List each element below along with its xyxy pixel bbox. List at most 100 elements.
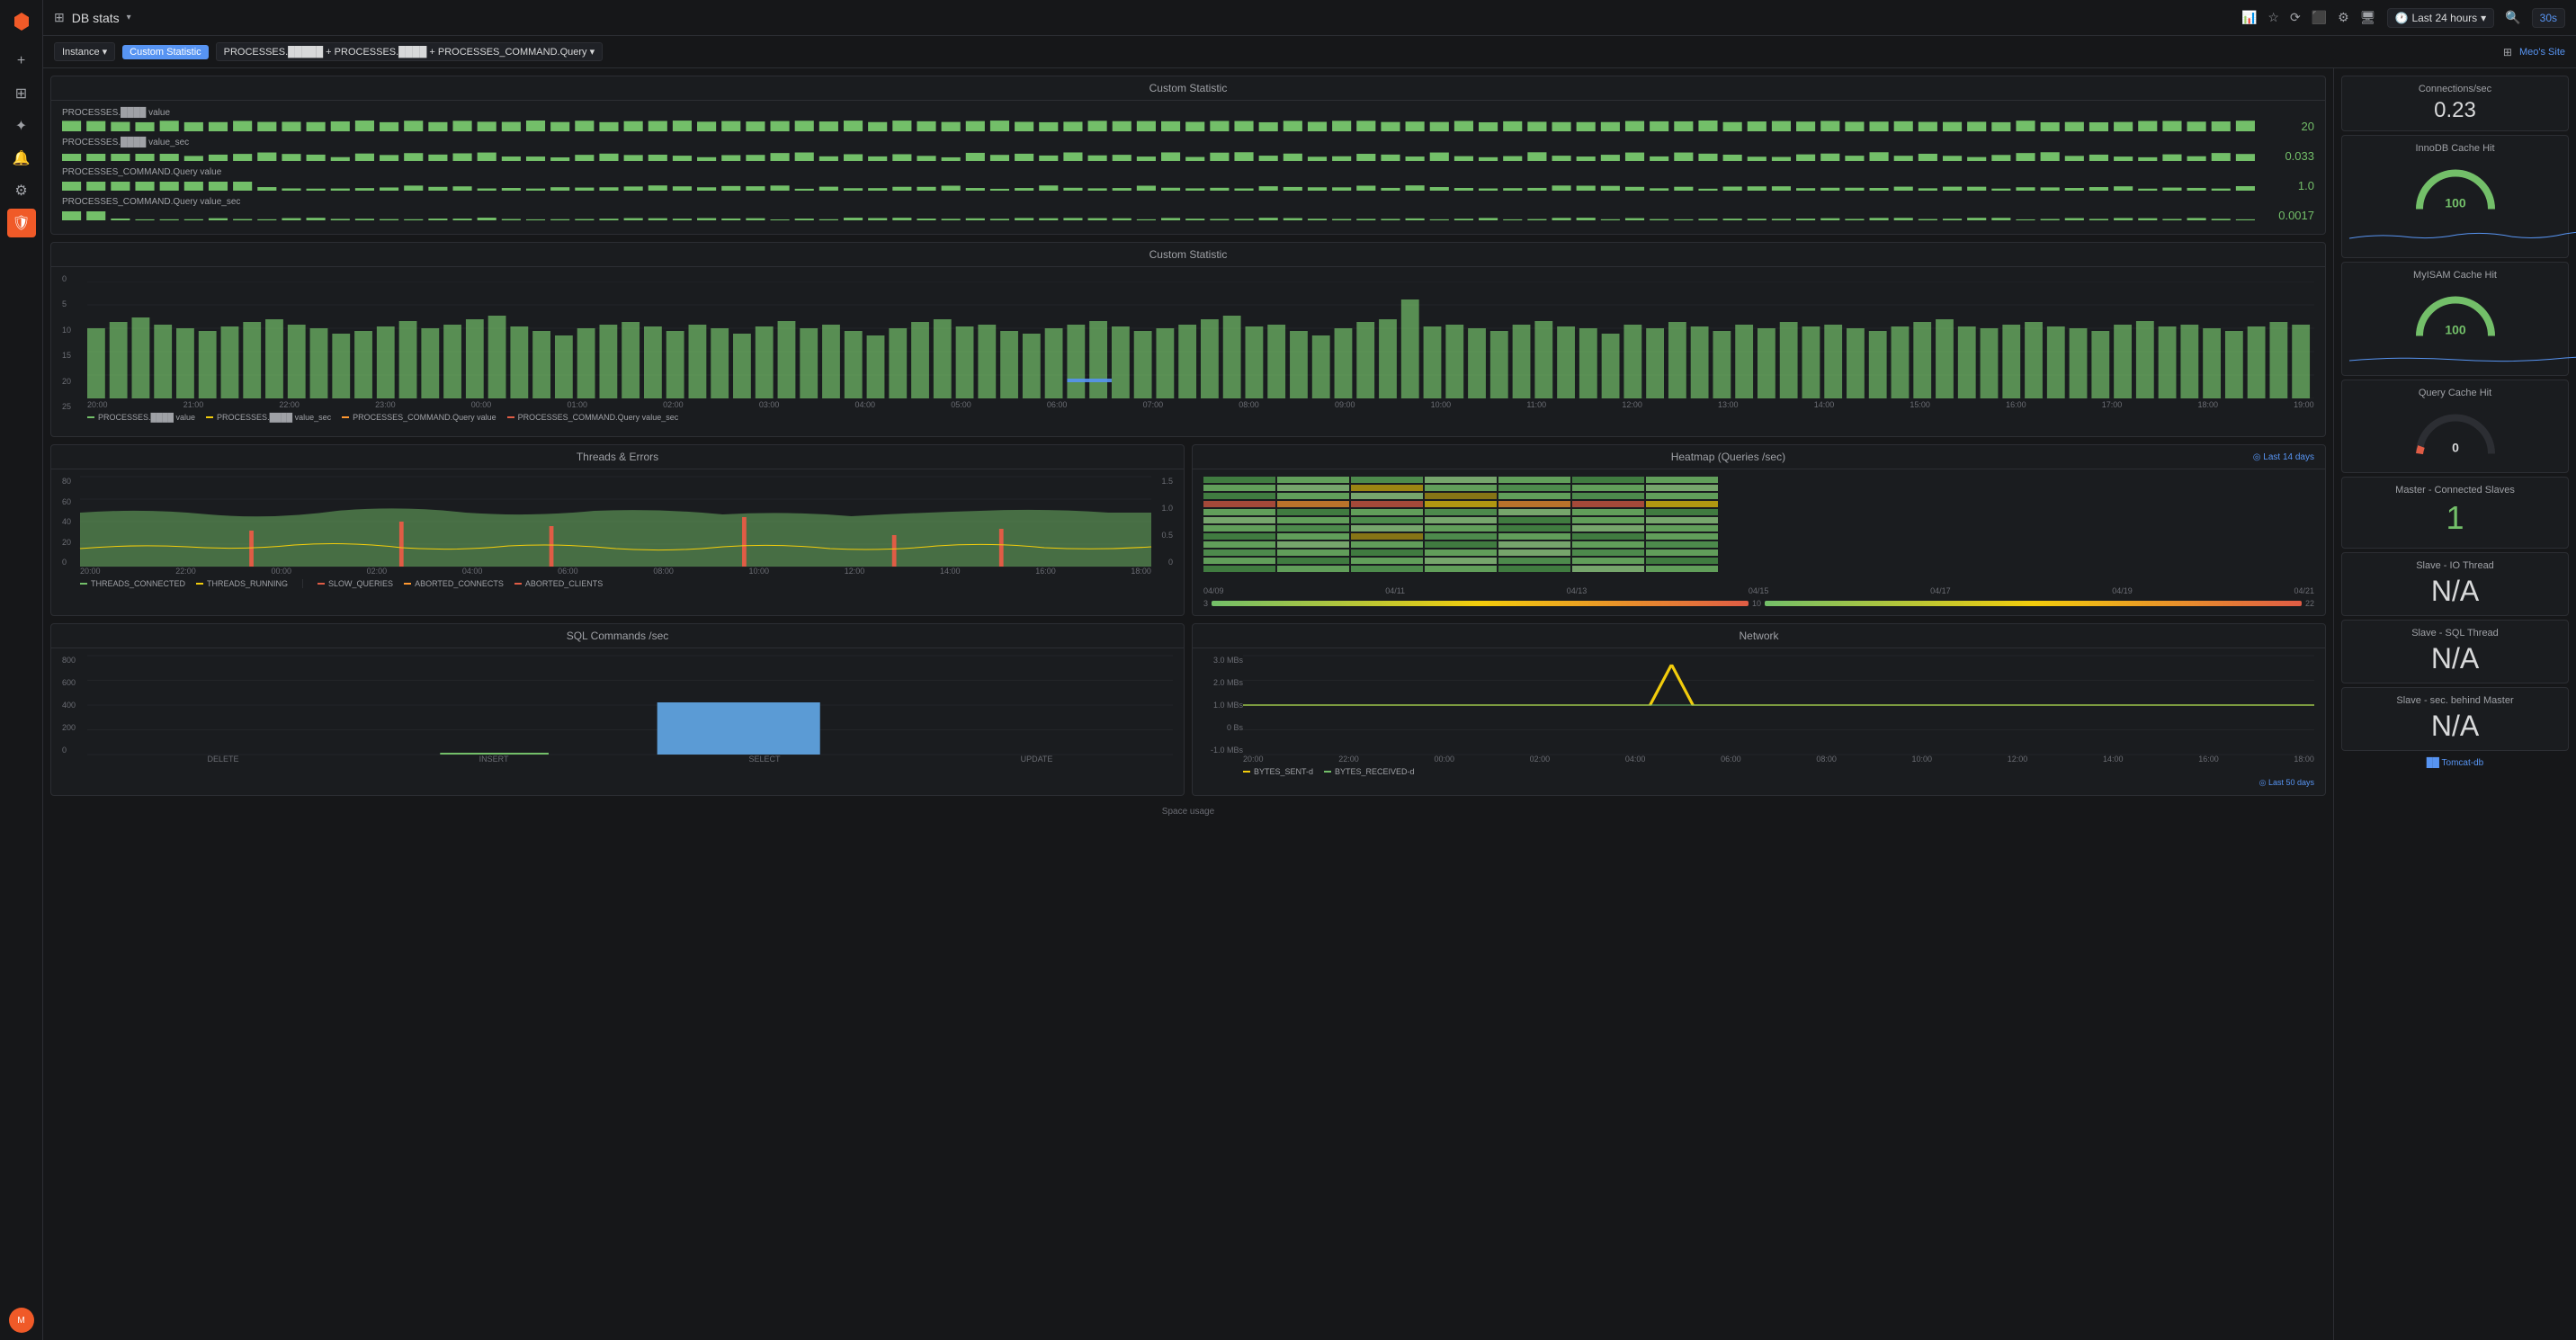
panel-row-2: SQL Commands /sec 0 200 400 600 800 xyxy=(50,623,2326,796)
custom-statistic-panel-1: Custom Statistic PROCESSES.████ value 20… xyxy=(50,76,2326,235)
myisam-title: MyISAM Cache Hit xyxy=(2349,270,2561,281)
network-date-badge: ◎ Last 50 days xyxy=(1203,778,2314,788)
xaxis-0600: 06:00 xyxy=(1047,400,1068,409)
sidebar: + ⊞ ✦ 🔔 ⚙ 🛡 M xyxy=(0,0,43,1340)
share-icon[interactable]: ⟳ xyxy=(2290,10,2301,25)
threads-panel-header: Threads & Errors xyxy=(51,445,1184,469)
threads-xaxis: 20:00 22:00 00:00 02:00 04:00 06:00 08:0… xyxy=(80,567,1151,576)
bytes-sent-label: BYTES_SENT-d xyxy=(1254,767,1313,776)
threads-legend-slow: SLOW_QUERIES xyxy=(318,579,393,588)
area-chart-svg xyxy=(87,281,2314,398)
heatmap-panel: Heatmap (Queries /sec) ◎ Last 14 days xyxy=(1192,444,2326,616)
query-cache-title: Query Cache Hit xyxy=(2349,388,2561,398)
legend-item-2: PROCESSES.████ value_sec xyxy=(206,413,331,422)
right-panels: Connections/sec 0.23 InnoDB Cache Hit 10… xyxy=(2333,68,2576,1340)
topnav-left: ⊞ DB stats ▾ xyxy=(54,10,2234,25)
slave-behind-value: N/A xyxy=(2349,710,2561,743)
query-cache-gauge-text: 0 xyxy=(2452,441,2459,455)
spark-label-4: PROCESSES_COMMAND.Query value_sec xyxy=(62,197,2314,207)
site-link[interactable]: Meo's Site xyxy=(2519,47,2565,58)
instance-dropdown[interactable]: Instance ▾ xyxy=(54,42,115,61)
sidebar-item-shield[interactable]: 🛡 xyxy=(7,209,36,237)
heatmap-date-badge: ◎ Last 14 days xyxy=(2253,452,2314,462)
legend-label-1: PROCESSES.████ value xyxy=(98,413,195,422)
slave-io-title: Slave - IO Thread xyxy=(2349,560,2561,571)
sidebar-item-settings[interactable]: ⚙ xyxy=(7,176,36,205)
yaxis-5: 5 xyxy=(62,299,84,308)
sidebar-item-add[interactable]: + xyxy=(7,47,36,76)
network-xaxis: 20:00 22:00 00:00 02:00 04:00 06:00 08:0… xyxy=(1243,755,2314,764)
xaxis-0100: 01:00 xyxy=(567,400,587,409)
spark-value-3: 1.0 xyxy=(2260,179,2314,192)
grid-view-icon[interactable]: ⊞ xyxy=(2503,46,2512,58)
slave-io-value: N/A xyxy=(2349,575,2561,608)
sidebar-item-explore[interactable]: ✦ xyxy=(7,112,36,140)
main-panels: Custom Statistic PROCESSES.████ value 20… xyxy=(43,68,2333,1340)
threads-panel: Threads & Errors 0 20 40 60 80 xyxy=(50,444,1185,616)
spark-label-1: PROCESSES.████ value xyxy=(62,108,2314,118)
threads-legend-aborted-connects: ABORTED_CONNECTS xyxy=(404,579,504,588)
network-svg xyxy=(1243,656,2314,755)
sidebar-item-alerts[interactable]: 🔔 xyxy=(7,144,36,173)
legend-item-3: PROCESSES_COMMAND.Query value xyxy=(342,413,496,422)
xaxis-1300: 13:00 xyxy=(1718,400,1739,409)
network-legend-sent: BYTES_SENT-d xyxy=(1243,767,1313,776)
snapshot-icon[interactable]: ⬛ xyxy=(2312,10,2327,25)
aborted-clients-dot xyxy=(514,583,522,585)
nav-dropdown-arrow[interactable]: ▾ xyxy=(127,13,131,22)
chart-icon[interactable]: 📊 xyxy=(2241,10,2257,25)
query-path-selector[interactable]: PROCESSES.█████ + PROCESSES.████ + PROCE… xyxy=(216,42,603,61)
star-icon[interactable]: ☆ xyxy=(2267,10,2279,25)
settings-icon[interactable]: ⚙ xyxy=(2338,10,2349,25)
spark-row-3: PROCESSES_COMMAND.Query value 1.0 xyxy=(62,167,2314,192)
spark-value-4: 0.0017 xyxy=(2260,209,2314,222)
sql-select: SELECT xyxy=(749,755,781,764)
time-selector[interactable]: 🕐 Last 24 hours ▾ xyxy=(2387,8,2495,28)
sql-yaxis: 0 200 400 600 800 xyxy=(62,656,87,755)
xaxis-2300: 23:00 xyxy=(375,400,396,409)
legend-label-4: PROCESSES_COMMAND.Query value_sec xyxy=(518,413,679,422)
footer-link[interactable]: ██ Tomcat-db xyxy=(2341,758,2569,768)
xaxis-1900: 19:00 xyxy=(2294,400,2314,409)
nav-title: DB stats xyxy=(72,11,120,25)
heatmap-svg xyxy=(1203,477,2314,576)
spark-value-2: 0.033 xyxy=(2260,149,2314,163)
spark-bar-container-3: 1.0 xyxy=(62,179,2314,192)
widget-query-cache: Query Cache Hit 0 xyxy=(2341,380,2569,473)
legend-label-3: PROCESSES_COMMAND.Query value xyxy=(353,413,496,422)
spark-bars-3 xyxy=(62,180,2260,191)
spark-bars-2 xyxy=(62,150,2260,161)
xaxis-0300: 03:00 xyxy=(759,400,780,409)
nav-grid-icon[interactable]: ⊞ xyxy=(54,10,65,25)
hm-x-0417: 04/17 xyxy=(1930,586,1951,595)
xaxis-0900: 09:00 xyxy=(1335,400,1355,409)
panel-1-header: Custom Statistic xyxy=(51,76,2325,101)
heatmap-title: Heatmap (Queries /sec) xyxy=(1203,451,2253,463)
widget-innodb: InnoDB Cache Hit 100 xyxy=(2341,135,2569,258)
panel-row-1: Threads & Errors 0 20 40 60 80 xyxy=(50,444,2326,616)
sidebar-item-dashboards[interactable]: ⊞ xyxy=(7,79,36,108)
innodb-title: InnoDB Cache Hit xyxy=(2349,143,2561,154)
refresh-button[interactable]: 30s xyxy=(2532,8,2565,28)
aborted-connects-dot xyxy=(404,583,411,585)
threads-chart-wrapper: 0 20 40 60 80 xyxy=(62,477,1173,567)
innodb-gauge-svg: 100 xyxy=(2411,162,2500,216)
threads-panel-body: 0 20 40 60 80 xyxy=(51,469,1184,595)
sql-xaxis: DELETE INSERT SELECT UPDATE xyxy=(87,755,1173,764)
heatmap-legend-mid: 10 xyxy=(1752,599,1761,608)
spark-bar-container-1: 20 xyxy=(62,120,2314,132)
aborted-connects-label: ABORTED_CONNECTS xyxy=(415,579,504,588)
xaxis-1700: 17:00 xyxy=(2102,400,2123,409)
hm-x-0419: 04/19 xyxy=(2112,586,2133,595)
tv-icon[interactable]: 🖥 xyxy=(2360,10,2376,25)
zoom-icon[interactable]: 🔍 xyxy=(2505,10,2520,25)
main-content: ⊞ DB stats ▾ 📊 ☆ ⟳ ⬛ ⚙ 🖥 🕐 Last 24 hours… xyxy=(43,0,2576,1340)
heatmap-xaxis: 04/09 04/11 04/13 04/15 04/17 04/19 04/2… xyxy=(1203,586,2314,595)
xaxis-1200: 12:00 xyxy=(1622,400,1642,409)
app-logo[interactable] xyxy=(7,7,36,36)
threads-legend: THREADS_CONNECTED THREADS_RUNNING SLOW_Q… xyxy=(80,579,1173,588)
sidebar-item-avatar[interactable]: M xyxy=(9,1308,34,1333)
network-yaxis: -1.0 MBs 0 Bs 1.0 MBs 2.0 MBs 3.0 MBs xyxy=(1203,656,1243,755)
heatmap-legend-bar-2 xyxy=(1765,601,2302,606)
xaxis-0000: 00:00 xyxy=(471,400,492,409)
